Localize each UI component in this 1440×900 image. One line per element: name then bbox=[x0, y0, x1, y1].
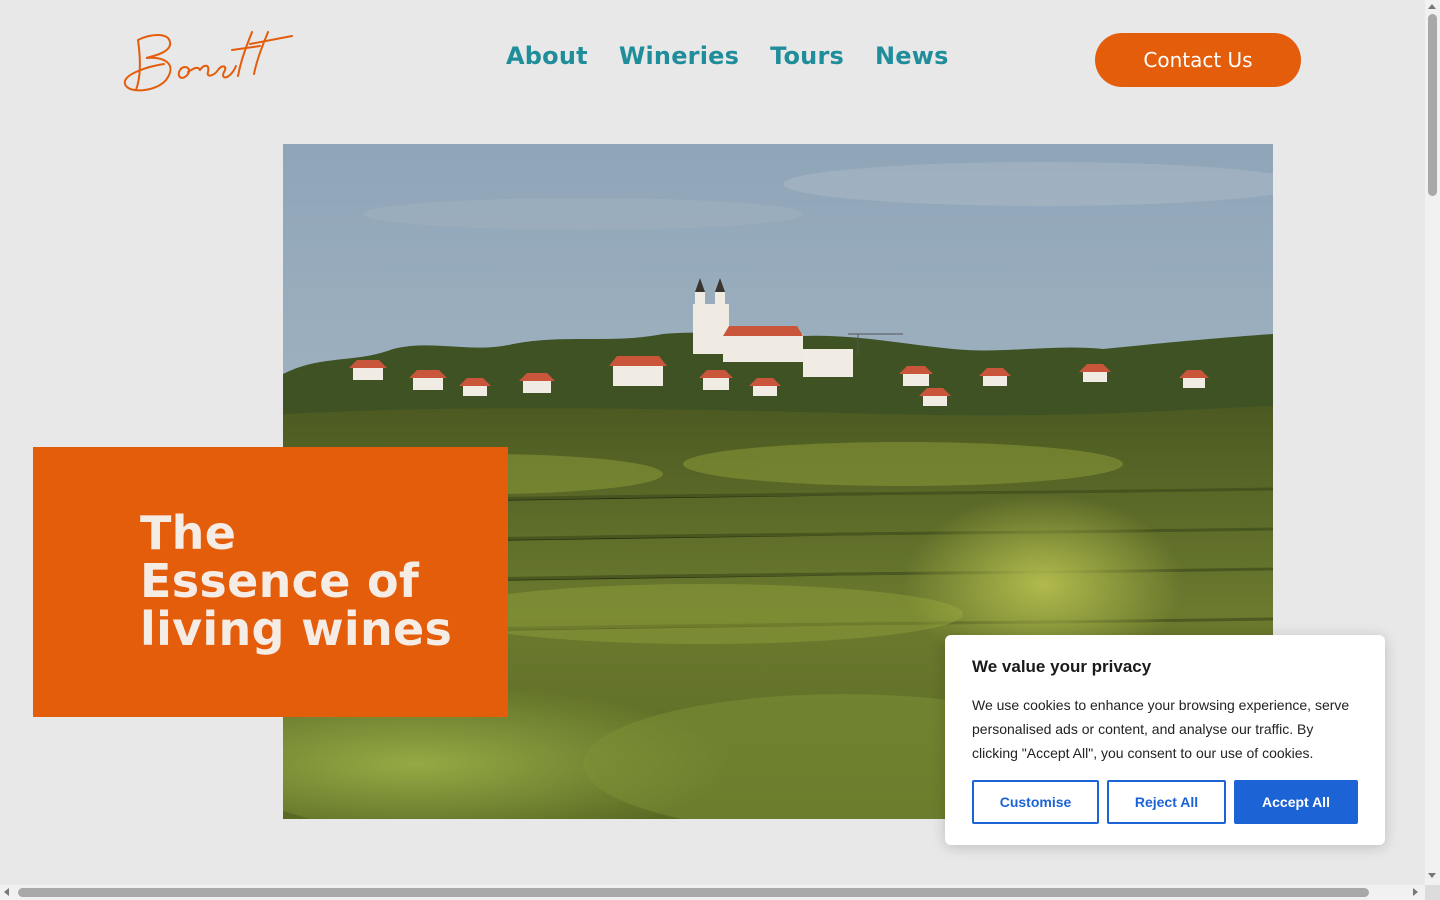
main-nav: About Wineries Tours News bbox=[506, 42, 949, 70]
customise-button[interactable]: Customise bbox=[972, 780, 1099, 824]
hero-title-line-3: living wines bbox=[140, 602, 453, 656]
cookie-title: We value your privacy bbox=[972, 657, 1152, 676]
reject-all-button[interactable]: Reject All bbox=[1107, 780, 1226, 824]
cookie-consent-banner: We value your privacy We use cookies to … bbox=[945, 635, 1385, 845]
hero-title-box: The Essence of living wines bbox=[33, 447, 508, 717]
hero-title: The Essence of living wines bbox=[140, 509, 480, 653]
borett-logo[interactable] bbox=[120, 24, 296, 98]
accept-all-button[interactable]: Accept All bbox=[1234, 780, 1358, 824]
vertical-scrollbar[interactable] bbox=[1425, 0, 1440, 885]
nav-news[interactable]: News bbox=[875, 42, 949, 70]
vertical-scroll-thumb[interactable] bbox=[1428, 14, 1437, 196]
cookie-body: We use cookies to enhance your browsing … bbox=[972, 697, 1350, 761]
scroll-down-icon[interactable] bbox=[1428, 873, 1436, 878]
scroll-right-icon[interactable] bbox=[1413, 888, 1418, 896]
nav-about[interactable]: About bbox=[506, 42, 588, 70]
scroll-left-icon[interactable] bbox=[4, 888, 9, 896]
horizontal-scrollbar[interactable] bbox=[0, 885, 1425, 900]
nav-tours[interactable]: Tours bbox=[770, 42, 844, 70]
nav-wineries[interactable]: Wineries bbox=[619, 42, 739, 70]
scroll-up-icon[interactable] bbox=[1428, 4, 1436, 9]
horizontal-scroll-thumb[interactable] bbox=[18, 888, 1369, 897]
contact-us-button[interactable]: Contact Us bbox=[1095, 33, 1301, 87]
cookie-buttons: Customise Reject All Accept All bbox=[972, 780, 1358, 824]
page: About Wineries Tours News Contact Us The… bbox=[0, 0, 1440, 900]
hero-title-line-2: Essence of bbox=[140, 554, 420, 608]
scrollbar-corner bbox=[1425, 885, 1440, 900]
hero-title-line-1: The bbox=[140, 506, 237, 560]
